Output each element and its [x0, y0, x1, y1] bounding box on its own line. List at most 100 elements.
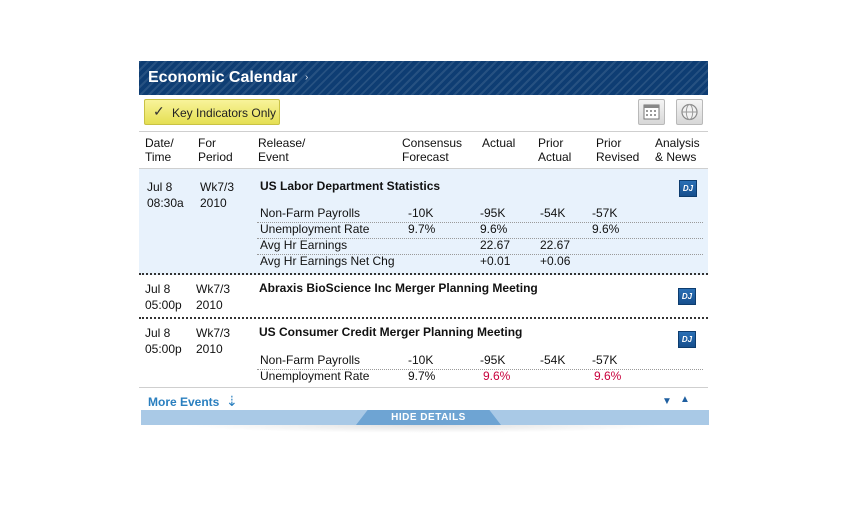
- indicator-prior: +0.06: [540, 254, 571, 268]
- event-row[interactable]: Jul 8 08:30a Wk7/3 2010 US Labor Departm…: [139, 169, 708, 275]
- event-period-week: Wk7/3: [196, 282, 231, 296]
- col-analysis-line1: Analysis: [655, 136, 700, 150]
- indicator-actual: -95K: [480, 206, 506, 220]
- toolbar: ✓ Key Indicators Only: [139, 95, 708, 131]
- event-time: 05:00p: [145, 342, 182, 356]
- event-title[interactable]: Abraxis BioScience Inc Merger Planning M…: [259, 281, 538, 295]
- col-consensus-line1: Consensus: [402, 136, 463, 150]
- indicator-row: Avg Hr Earnings Net Chg +0.01 +0.06: [257, 254, 703, 270]
- col-consensus: Consensus Forecast: [402, 136, 462, 164]
- dj-news-icon[interactable]: DJ: [679, 180, 697, 197]
- indicator-actual: -95K: [480, 353, 506, 367]
- col-date-line2: Time: [145, 150, 172, 164]
- event-date: Jul 8: [145, 282, 171, 296]
- event-datetime: Jul 8 05:00p: [145, 325, 182, 357]
- indicator-revised: -57K: [592, 206, 618, 220]
- event-period-year: 2010: [196, 298, 223, 312]
- event-title[interactable]: US Consumer Credit Merger Planning Meeti…: [259, 325, 522, 339]
- col-period-line2: Period: [198, 150, 233, 164]
- anchor-down-icon[interactable]: ⇣: [226, 393, 238, 410]
- indicator-consensus: -10K: [408, 353, 434, 367]
- scroll-down-icon[interactable]: ▼: [662, 396, 672, 407]
- event-row[interactable]: Jul 8 05:00p Wk7/3 2010 US Consumer Cred…: [139, 319, 708, 387]
- event-period: Wk7/3 2010: [196, 281, 230, 313]
- indicator-name: Unemployment Rate: [260, 222, 370, 236]
- col-date-line1: Date/: [145, 136, 174, 150]
- indicator-row: Non-Farm Payrolls -10K -95K -54K -57K: [257, 206, 703, 223]
- more-events-link[interactable]: More Events: [148, 395, 219, 409]
- indicator-row: Non-Farm Payrolls -10K -95K -54K -57K: [257, 353, 703, 370]
- indicator-prior: -54K: [540, 353, 566, 367]
- event-time: 08:30a: [147, 196, 184, 210]
- event-datetime: Jul 8 08:30a: [147, 179, 184, 211]
- indicator-actual: 9.6%: [480, 222, 508, 236]
- hide-details-button[interactable]: HIDE DETAILS: [356, 410, 501, 425]
- indicator-consensus: -10K: [408, 206, 434, 220]
- indicator-row: Unemployment Rate 9.7% 9.6% 9.6%: [257, 222, 703, 239]
- event-period-year: 2010: [196, 342, 223, 356]
- indicator-actual: 9.6%: [483, 369, 511, 383]
- col-release-line1: Release/: [258, 136, 306, 150]
- col-revised-line1: Prior: [596, 136, 622, 150]
- column-headers: Date/ Time For Period Release/ Event Con…: [139, 131, 708, 169]
- indicator-name: Non-Farm Payrolls: [260, 206, 361, 220]
- calendar-title[interactable]: Economic Calendar: [148, 69, 297, 87]
- event-date: Jul 8: [145, 326, 171, 340]
- col-revised: Prior Revised: [596, 136, 639, 164]
- col-prior-line2: Actual: [538, 150, 572, 164]
- indicator-prior: 22.67: [540, 238, 571, 252]
- hide-details-bar: HIDE DETAILS: [141, 410, 709, 425]
- calendar-header: Economic Calendar ›: [139, 61, 708, 95]
- event-title[interactable]: US Labor Department Statistics: [260, 179, 440, 193]
- indicator-revised: 9.6%: [592, 222, 620, 236]
- event-period-week: Wk7/3: [200, 180, 235, 194]
- event-period: Wk7/3 2010: [196, 325, 230, 357]
- widget-shadow: [180, 425, 670, 433]
- economic-calendar-widget: Economic Calendar › ✓ Key Indicators Onl…: [139, 61, 708, 414]
- col-prior-line1: Prior: [538, 136, 564, 150]
- indicator-name: Unemployment Rate: [260, 369, 370, 383]
- indicator-actual: +0.01: [480, 254, 511, 268]
- dj-news-icon[interactable]: DJ: [678, 331, 696, 348]
- globe-button[interactable]: [676, 99, 703, 125]
- event-datetime: Jul 8 05:00p: [145, 281, 182, 313]
- chevron-right-icon[interactable]: ›: [305, 72, 308, 83]
- indicator-consensus: 9.7%: [408, 222, 436, 236]
- col-consensus-line2: Forecast: [402, 150, 449, 164]
- indicator-row: Unemployment Rate 9.7% 9.6% 9.6%: [257, 369, 703, 385]
- calendar-button[interactable]: [638, 99, 665, 125]
- col-analysis: Analysis & News: [655, 136, 700, 164]
- event-time: 05:00p: [145, 298, 182, 312]
- calendar-icon: [643, 104, 660, 120]
- event-period: Wk7/3 2010: [200, 179, 234, 211]
- indicator-name: Avg Hr Earnings Net Chg: [260, 254, 395, 268]
- col-release-line2: Event: [258, 150, 289, 164]
- event-date: Jul 8: [147, 180, 173, 194]
- dj-news-icon[interactable]: DJ: [678, 288, 696, 305]
- col-period-line1: For: [198, 136, 216, 150]
- indicator-name: Non-Farm Payrolls: [260, 353, 361, 367]
- event-period-year: 2010: [200, 196, 227, 210]
- indicator-consensus: 9.7%: [408, 369, 436, 383]
- indicator-prior: -54K: [540, 206, 566, 220]
- key-indicators-label: Key Indicators Only: [172, 106, 277, 120]
- key-indicators-button[interactable]: ✓ Key Indicators Only: [144, 99, 280, 125]
- indicator-actual: 22.67: [480, 238, 511, 252]
- col-revised-line2: Revised: [596, 150, 640, 164]
- scroll-up-icon[interactable]: ▲: [680, 394, 690, 405]
- col-analysis-line2: & News: [655, 150, 697, 164]
- indicator-row: Avg Hr Earnings 22.67 22.67: [257, 238, 703, 255]
- indicator-revised: -57K: [592, 353, 618, 367]
- col-date: Date/ Time: [145, 136, 174, 164]
- indicator-revised: 9.6%: [594, 369, 622, 383]
- col-actual: Actual: [482, 136, 515, 150]
- col-period: For Period: [198, 136, 233, 164]
- col-actual-line1: Actual: [482, 136, 516, 150]
- indicator-name: Avg Hr Earnings: [260, 238, 348, 252]
- col-prior: Prior Actual: [538, 136, 571, 164]
- checkmark-icon: ✓: [153, 103, 165, 119]
- globe-icon: [681, 103, 698, 121]
- event-period-week: Wk7/3: [196, 326, 231, 340]
- col-release: Release/ Event: [258, 136, 305, 164]
- event-row[interactable]: Jul 8 05:00p Wk7/3 2010 Abraxis BioScien…: [139, 275, 708, 319]
